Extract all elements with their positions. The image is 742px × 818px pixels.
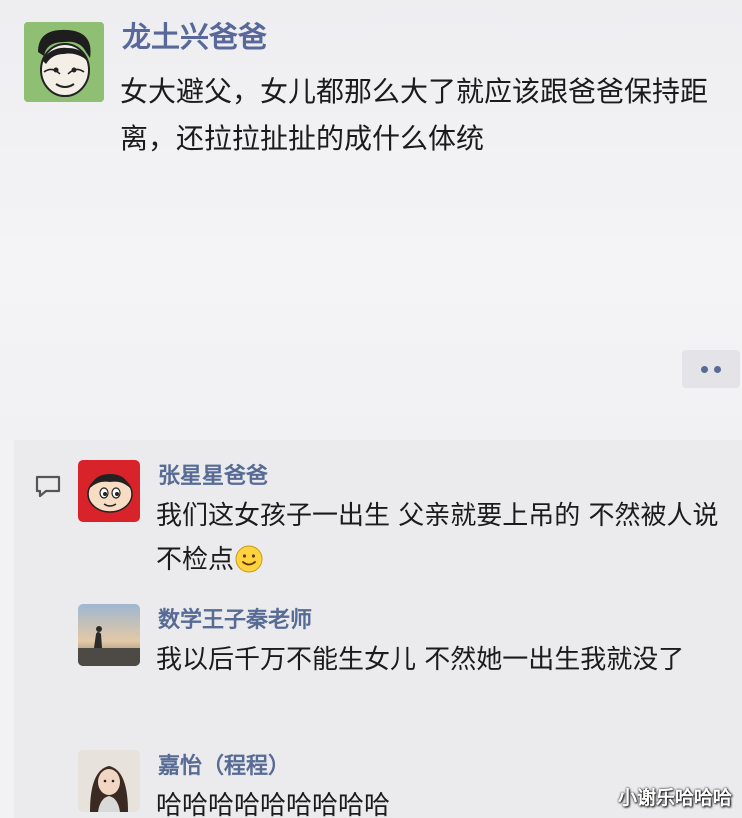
comments-section: 张星星爸爸 我们这女孩子一出生 父亲就要上吊的 不然被人说不检点 数学王子秦老师…: [14, 440, 742, 818]
watermark-text: 小谢乐哈哈哈: [617, 787, 732, 809]
comment-text: 我们这女孩子一出生 父亲就要上吊的 不然被人说不检点: [156, 494, 738, 582]
post-author-name[interactable]: 龙土兴爸爸: [122, 14, 267, 56]
comment-bubble-icon: [35, 475, 61, 498]
dot: [714, 365, 721, 373]
comment-author[interactable]: 嘉怡（程程）: [158, 748, 290, 780]
moments-post: 龙土兴爸爸 女大避父，女儿都那么大了就应该跟爸爸保持距离，还拉拉扯扯的成什么体统: [0, 0, 742, 440]
comment-author[interactable]: 数学王子秦老师: [158, 602, 312, 634]
smile-emoji-icon: [235, 545, 263, 573]
dot: [701, 365, 708, 373]
post-text: 女大避父，女儿都那么大了就应该跟爸爸保持距离，还拉拉扯扯的成什么体统: [120, 75, 709, 155]
sunset-photo-avatar-icon[interactable]: [78, 604, 140, 666]
comment-text: 我以后千万不能生女儿 不然她一出生我就没了: [156, 645, 685, 675]
comment-author[interactable]: 张星星爸爸: [158, 458, 268, 490]
more-dots-icon[interactable]: [682, 350, 740, 388]
girl-photo-avatar-icon[interactable]: [78, 750, 140, 812]
crayon-shinchan-avatar-icon[interactable]: [78, 460, 140, 522]
cartoon-boy-avatar-icon[interactable]: [24, 22, 104, 102]
